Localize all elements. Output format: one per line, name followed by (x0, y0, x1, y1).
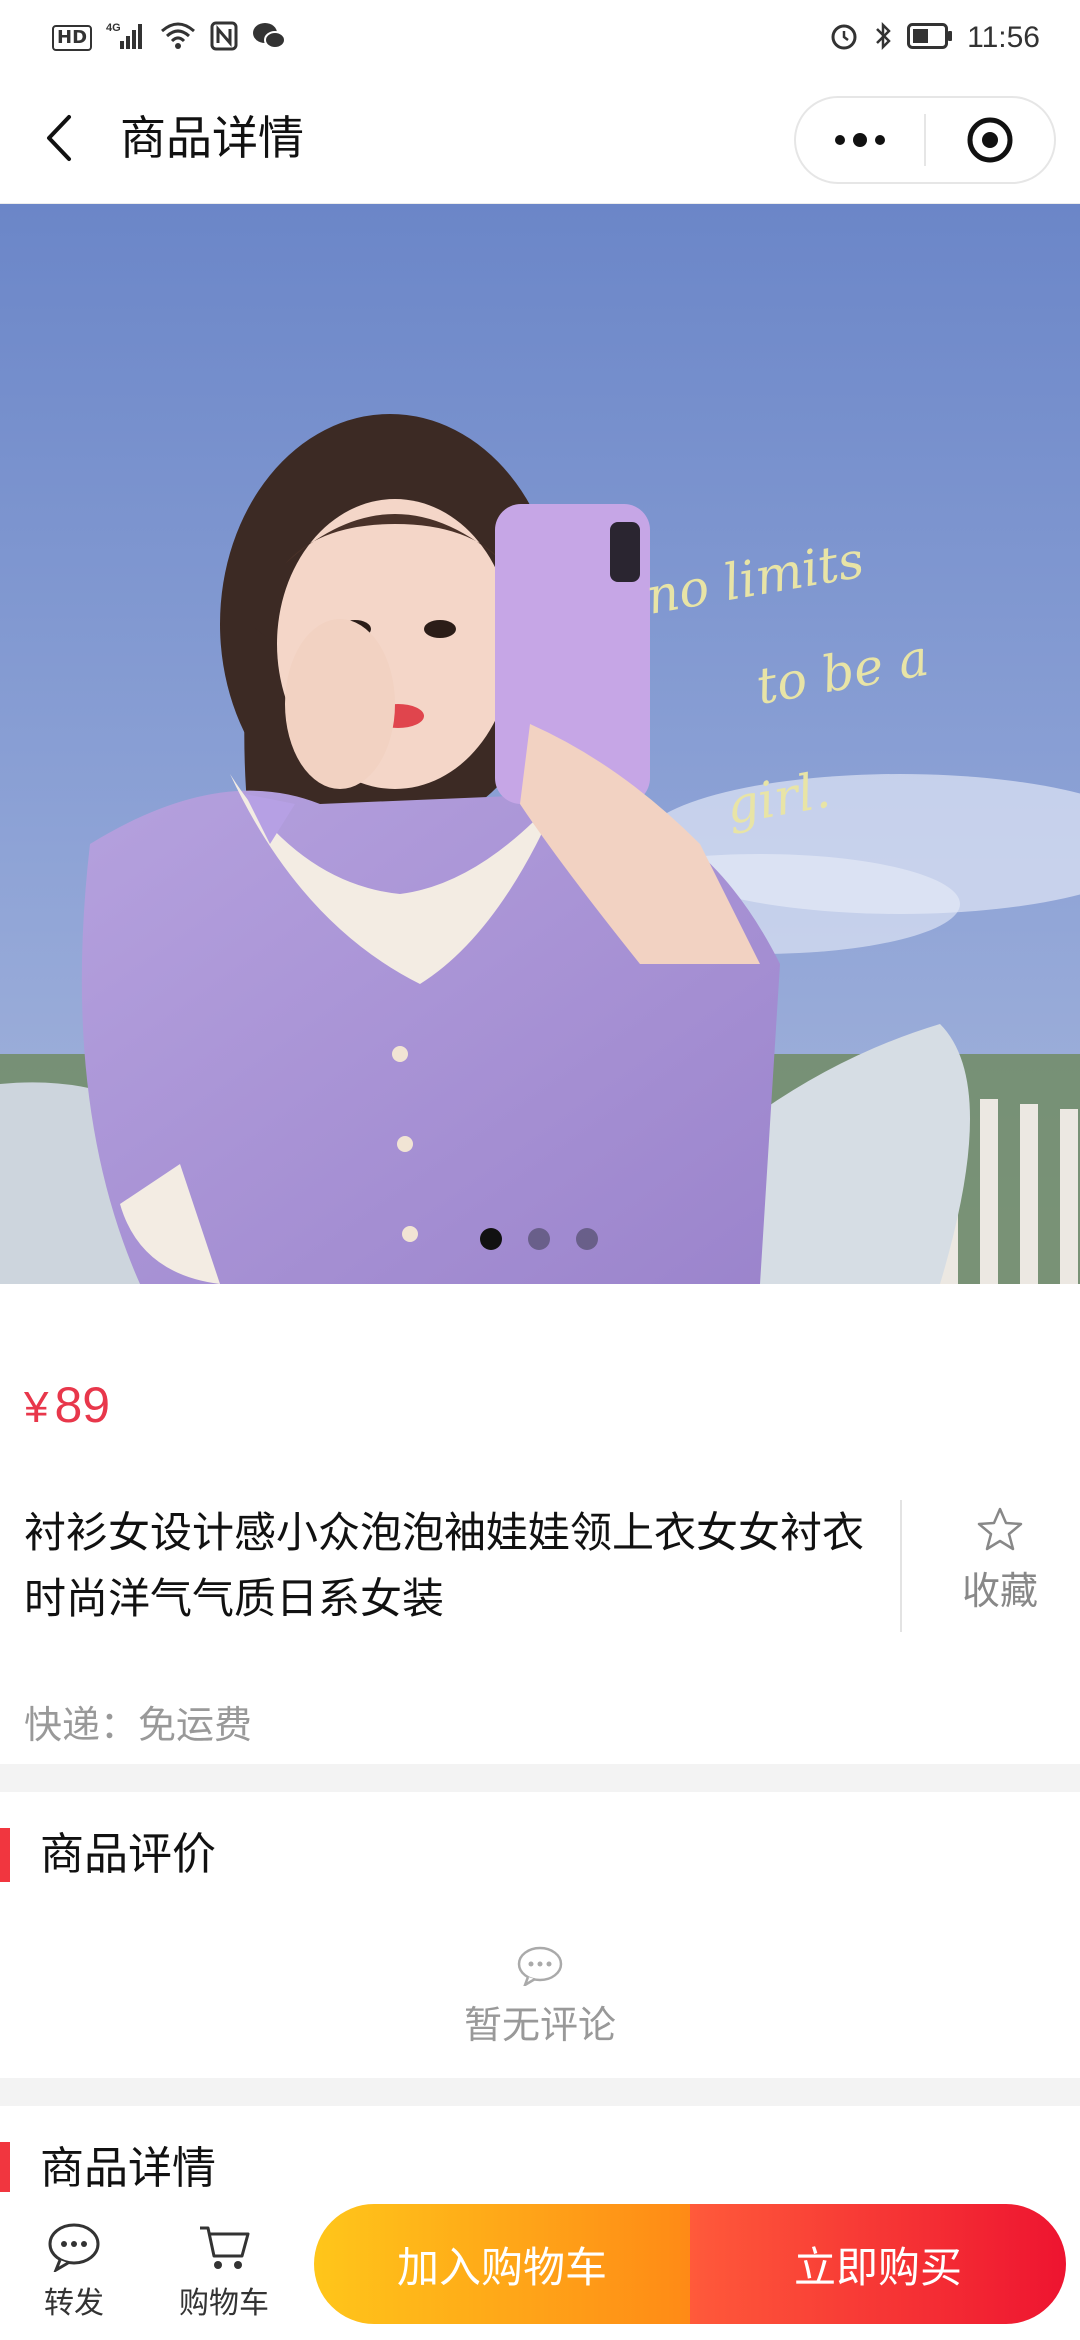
share-button[interactable]: 转发 (14, 2222, 134, 2322)
carousel-dot-3[interactable] (576, 1228, 598, 1250)
currency-symbol: ¥ (24, 1383, 49, 1432)
reviews-section-header: 商品评价 (0, 1818, 1080, 1890)
nfc-icon (210, 21, 238, 55)
close-button[interactable] (926, 98, 1054, 182)
cart-button[interactable]: 购物车 (164, 2222, 284, 2322)
section-accent-bar (0, 1828, 10, 1882)
cart-icon (200, 2226, 250, 2269)
more-button[interactable] (796, 98, 924, 182)
alarm-icon (829, 21, 859, 55)
mini-program-capsule (794, 96, 1056, 184)
purchase-buttons: 加入购物车 立即购买 (314, 2204, 1066, 2324)
empty-reviews-text: 暂无评论 (463, 2003, 616, 2047)
section-accent-bar (0, 2142, 10, 2196)
product-title: 衬衫女设计感小众泡泡袖娃娃领上衣女女衬衣时尚洋气气质日系女装 (24, 1508, 865, 1623)
product-price: ¥89 (24, 1376, 110, 1434)
add-to-cart-button[interactable]: 加入购物车 (314, 2204, 690, 2324)
product-title-row: 衬衫女设计感小众泡泡袖娃娃领上衣女女衬衣时尚洋气气质日系女装 收藏 (0, 1500, 1080, 1632)
wifi-icon (160, 21, 196, 55)
hd-icon: HD (52, 25, 93, 51)
empty-reviews: 暂无评论 (0, 1946, 1080, 2049)
status-time: 11:56 (967, 21, 1040, 54)
carousel-indicator (480, 1228, 598, 1250)
favorite-button[interactable]: 收藏 (940, 1506, 1060, 1615)
network-type: 4G (106, 22, 121, 34)
section-gap (0, 2078, 1080, 2106)
buy-now-button[interactable]: 立即购买 (690, 2204, 1066, 2324)
product-image-carousel[interactable]: no limits to be a girl. (0, 204, 1080, 1284)
section-gap (0, 1764, 1080, 1792)
bottom-action-bar: 转发 购物车 加入购物车 立即购买 (0, 2192, 1080, 2340)
signal-icon: 4G (106, 21, 146, 55)
target-icon (967, 117, 1013, 163)
chat-bubble-icon (48, 2223, 100, 2274)
favorite-label: 收藏 (961, 1569, 1038, 1613)
back-button[interactable] (28, 102, 88, 174)
more-dots-icon (835, 133, 885, 147)
title-divider (900, 1500, 902, 1632)
wechat-icon (252, 21, 287, 55)
share-label: 转发 (44, 2286, 104, 2321)
page-title: 商品详情 (120, 111, 304, 165)
battery-icon (907, 23, 953, 53)
nav-bar: 商品详情 (0, 72, 1080, 204)
cart-label: 购物车 (179, 2286, 269, 2321)
reviews-heading: 商品评价 (40, 1829, 216, 1880)
chevron-left-icon (47, 115, 71, 161)
comment-icon (517, 1946, 563, 1988)
bluetooth-icon (873, 21, 893, 55)
status-bar: HD 4G 11:56 (0, 0, 1080, 72)
carousel-dot-1[interactable] (480, 1228, 502, 1250)
carousel-dot-2[interactable] (528, 1228, 550, 1250)
status-right: 11:56 (829, 18, 1040, 58)
shipping-info: 快递：免运费 (24, 1703, 253, 1747)
status-left: HD 4G (52, 18, 287, 58)
star-icon (977, 1507, 1023, 1551)
product-photo: no limits to be a girl. (0, 204, 1080, 1284)
price-value: 89 (54, 1377, 111, 1433)
